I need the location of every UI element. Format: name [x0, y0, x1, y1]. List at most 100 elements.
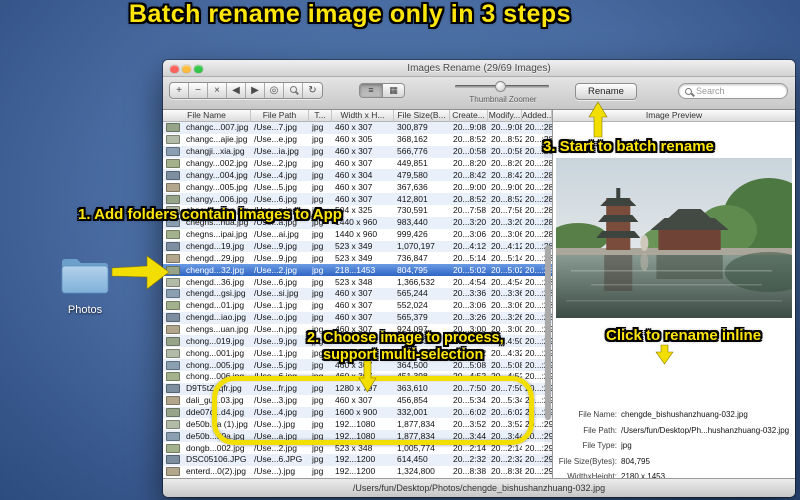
thumbnail-cell: [163, 431, 183, 442]
table-row-selected[interactable]: chengd...32.jpg/Use...2.jpg jpg 218...1453…: [163, 264, 552, 277]
file-thumbnail-icon: [166, 313, 180, 323]
cell-type: jpg: [312, 122, 324, 133]
column-header[interactable]: File Path: [251, 110, 309, 122]
table-row[interactable]: chengd...01.jpg/Use...1.jpg jpg 460 x 307 5…: [163, 300, 552, 312]
table-row[interactable]: chengd...gsi.jpg/Use...si.jpg jpg 460 x 30…: [163, 288, 552, 300]
table-row[interactable]: chengd...iao.jpg/Use...o.jpg jpg 460 x 307…: [163, 311, 552, 324]
table-row[interactable]: enterd...0(2).jpg/Use...).jpg jpg 192...12…: [163, 466, 552, 478]
table-row[interactable]: changy...002.jpg/Use...2.jpg jpg 460 x 307…: [163, 158, 552, 170]
file-thumbnail-icon: [166, 170, 180, 180]
cell-size: 449,851: [397, 158, 428, 168]
cell-create: 20...3:36: [453, 288, 487, 299]
next-button[interactable]: ▶: [246, 83, 265, 98]
cell-size: 566,776: [397, 146, 428, 157]
column-header[interactable]: Width x H...: [332, 110, 394, 122]
search-field[interactable]: Search: [678, 83, 788, 99]
minimize-button[interactable]: [182, 64, 191, 73]
cell-create: 20...4:54: [453, 276, 487, 287]
table-row[interactable]: DSC05106.JPG/Use...6.JPG jpg 192...1200 614…: [163, 454, 552, 466]
cell-modify: 20...8:52: [491, 134, 522, 145]
cell-name: enterd...0(2).jpg: [186, 466, 247, 477]
table-row[interactable]: chengd...36.jpg/Use...6.jpg jpg 523 x 348 1…: [163, 276, 552, 288]
table-row[interactable]: changji...xia.jpg/Use...ia.jpg jpg 460 x 3…: [163, 145, 552, 158]
cell-type: jpg: [312, 312, 324, 323]
thumbnail-cell: [163, 134, 183, 145]
file-name-inline-edit[interactable]: chengde_bishushanzhuang-032.jpg: [621, 410, 748, 419]
cell-modify: 20...8:38: [491, 466, 522, 477]
add-folder-arrow-icon: [111, 255, 170, 290]
cell-modify: 20...4:54: [491, 276, 522, 287]
list-view-button[interactable]: ≡: [360, 84, 382, 97]
photos-folder[interactable]: Photos: [50, 256, 120, 316]
annotation-rename-inline: Click to rename inline: [606, 327, 762, 344]
previous-button[interactable]: ◀: [227, 83, 246, 98]
thumbnail-cell: [163, 454, 183, 465]
file-info-row: File Path: /Users/fun/Desktop/Ph...hushan…: [553, 423, 796, 439]
annotation-step2-line2: support multi-selection: [323, 347, 484, 363]
cell-dims: 460 x 307: [335, 300, 373, 311]
column-header[interactable]: Create...: [450, 110, 488, 122]
window-titlebar[interactable]: Images Rename (29/69 Images): [163, 60, 795, 77]
file-thumbnail-icon: [166, 230, 180, 240]
cell-type: jpg: [312, 181, 324, 192]
file-info-row: File Type: jpg: [553, 438, 796, 454]
cell-create: 20...0:58: [453, 146, 487, 157]
column-header[interactable]: File Name: [163, 110, 251, 122]
close-button[interactable]: [170, 64, 179, 73]
cell-name: chengd...gsi.jpg: [186, 288, 246, 299]
cell-modify: 20...8:52: [491, 193, 522, 204]
cell-path: /Use...e.jpg: [254, 134, 297, 145]
file-thumbnail-icon: [166, 360, 180, 370]
rename-button[interactable]: Rename: [575, 83, 637, 100]
file-info-row: File Size(Bytes): 804,795: [553, 454, 796, 470]
file-info-label: File Type:: [582, 441, 617, 451]
preview-header: Image Preview: [553, 110, 795, 122]
cell-type: jpg: [312, 288, 324, 299]
cell-path: /Use...1.jpg: [254, 347, 297, 358]
table-row[interactable]: changc...ajie.jpg/Use...e.jpg jpg 460 x 30…: [163, 134, 552, 146]
cell-create: 20...7:58: [453, 205, 487, 216]
scrollbar-thumb[interactable]: [545, 245, 551, 420]
file-thumbnail-icon: [166, 348, 180, 358]
window-title: Images Rename (29/69 Images): [407, 63, 551, 74]
table-scrollbar[interactable]: [544, 122, 552, 478]
cell-name: changc...ajie.jpg: [186, 134, 248, 145]
status-path: /Users/fun/Desktop/Photos/chengde_bishus…: [352, 483, 606, 493]
file-info-label: File Path:: [583, 425, 617, 435]
file-thumbnail-icon: [166, 431, 180, 441]
cell-modify: 20...5:02: [491, 264, 522, 275]
cell-path: /Use...7.jpg: [254, 122, 297, 133]
folder-icon: [61, 259, 109, 294]
add-button[interactable]: +: [170, 83, 189, 98]
table-row[interactable]: changy...005.jpg/Use...5.jpg jpg 460 x 307…: [163, 181, 552, 193]
cell-modify: 20...0:58: [491, 146, 522, 157]
preview-button[interactable]: ◎: [265, 83, 284, 98]
refresh-button[interactable]: ↻: [303, 83, 322, 98]
grid-view-button[interactable]: ▦: [382, 84, 404, 97]
zoom-button[interactable]: [194, 64, 203, 73]
column-header[interactable]: Added...: [522, 110, 552, 122]
cell-path: /Use...1.jpg: [254, 300, 297, 311]
table-row[interactable]: changc...007.jpg/Use...7.jpg jpg 460 x 307…: [163, 122, 552, 134]
table-row[interactable]: changy...006.jpg/Use...6.jpg jpg 460 x 307…: [163, 193, 552, 206]
cell-dims: 460 x 307: [335, 122, 373, 133]
thumbnail-zoomer-slider[interactable]: [455, 80, 549, 92]
cell-path: /Use...5.jpg: [254, 181, 297, 192]
cell-modify: 20...3:26: [491, 312, 522, 323]
cell-size: 614,450: [397, 454, 428, 465]
slider-knob-icon[interactable]: [495, 80, 506, 92]
column-header[interactable]: File Size(B...: [394, 110, 450, 122]
table-row[interactable]: chegns...ipai.jpg/Use...ai.jpg jpg 1440 x …: [163, 229, 552, 241]
table-row[interactable]: changy...004.jpg/Use...4.jpg jpg 460 x 304…: [163, 169, 552, 182]
file-thumbnail-icon: [166, 123, 180, 133]
table-row[interactable]: chengd...19.jpg/Use...9.jpg jpg 523 x 349 1…: [163, 240, 552, 253]
table-row[interactable]: chengd...29.jpg/Use...9.jpg jpg 523 x 349 7…: [163, 252, 552, 264]
remove-button[interactable]: −: [189, 83, 208, 98]
cell-size: 983,440: [397, 217, 428, 228]
cell-type: jpg: [312, 241, 324, 252]
cell-name: chengd...29.jpg: [186, 252, 245, 263]
column-header[interactable]: T...: [309, 110, 332, 122]
search-button[interactable]: [284, 83, 303, 98]
column-header[interactable]: Modify...: [488, 110, 522, 122]
delete-button[interactable]: ×: [208, 83, 227, 98]
